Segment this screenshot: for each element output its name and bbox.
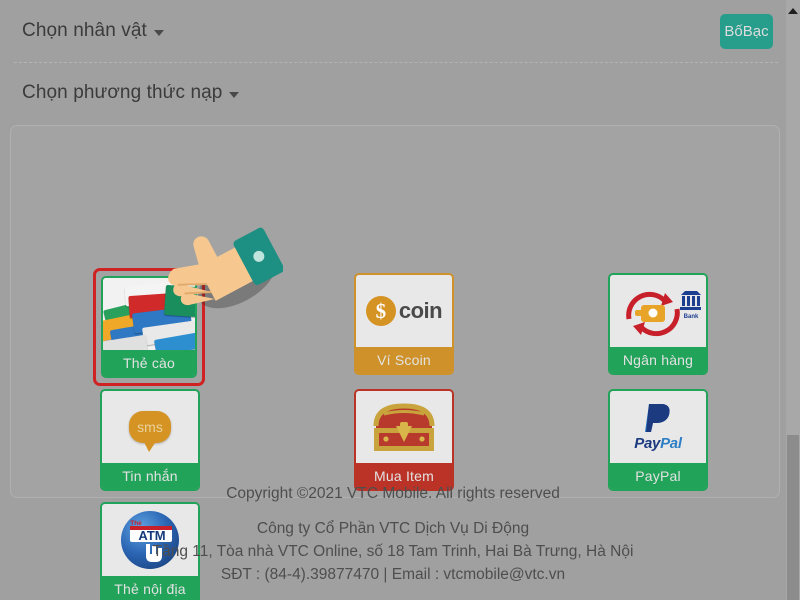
payment-tile-ngan-hang-label: Ngân hàng	[610, 347, 706, 373]
footer-company: Công ty Cổ Phần VTC Dịch Vụ Di Động	[256, 520, 530, 537]
scoin-wordmark: coin	[398, 298, 443, 323]
paypal-icon: PayPal	[610, 391, 706, 463]
scoin-wallet-icon: $ coin	[356, 275, 452, 347]
scrollbar-thumb[interactable]	[787, 435, 799, 600]
payment-methods-panel: Thẻ cào $ coin Ví Scoin Bank Ngân hàng s…	[10, 125, 780, 600]
treasure-chest-icon	[356, 391, 452, 463]
silver-balance-button[interactable]: BốBạc	[720, 14, 773, 49]
scoin-dollar-symbol: $	[365, 296, 396, 326]
bank-caption: Bank	[684, 314, 699, 320]
footer: Copyright ©2021 VTC Mobile. All rights r…	[0, 470, 786, 586]
footer-contact: SĐT : (84-4).39877470 | Email : vtcmobil…	[220, 566, 566, 583]
character-select-dropdown[interactable]: Chọn nhân vật	[22, 20, 164, 42]
payment-tile-the-cao[interactable]: Thẻ cào	[93, 268, 205, 386]
vertical-scrollbar[interactable]	[786, 0, 800, 600]
payment-methods-grid: Thẻ cào $ coin Ví Scoin Bank Ngân hàng s…	[11, 126, 779, 600]
payment-method-select-label: Chọn phương thức nạp	[22, 82, 223, 103]
payment-tile-the-cao-label: Thẻ cào	[103, 350, 195, 376]
payment-tile-vi-scoin[interactable]: $ coin Ví Scoin	[354, 273, 454, 375]
bank-transfer-icon: Bank	[610, 275, 706, 347]
payment-tile-vi-scoin-label: Ví Scoin	[356, 347, 452, 373]
method-select-row: Chọn phương thức nạp	[0, 63, 786, 123]
page-root: Chọn nhân vật BốBạc Chọn phương thức nạp	[0, 0, 800, 600]
scratch-card-icon	[103, 278, 195, 350]
character-select-label: Chọn nhân vật	[22, 20, 147, 41]
scroll-up-arrow-icon[interactable]	[786, 4, 800, 18]
footer-clipped-line	[0, 470, 786, 482]
payment-tile-vi-scoin-inner: $ coin Ví Scoin	[354, 273, 454, 375]
sms-icon: sms	[102, 391, 198, 463]
chevron-down-icon	[229, 92, 240, 98]
payment-tile-ngan-hang-inner: Bank Ngân hàng	[608, 273, 708, 375]
payment-tile-the-cao-inner: Thẻ cào	[101, 276, 197, 378]
payment-method-select-dropdown[interactable]: Chọn phương thức nạp	[22, 82, 240, 104]
character-select-row: Chọn nhân vật	[0, 0, 786, 62]
payment-tile-ngan-hang[interactable]: Bank Ngân hàng	[608, 273, 708, 375]
footer-address: Tầng 11, Tòa nhà VTC Online, số 18 Tam T…	[152, 543, 634, 560]
sms-bubble-label: sms	[129, 411, 171, 452]
chevron-down-icon	[153, 30, 164, 36]
paypal-wordmark: PayPal	[634, 435, 682, 452]
footer-copyright: Copyright ©2021 VTC Mobile. All rights r…	[226, 485, 560, 502]
